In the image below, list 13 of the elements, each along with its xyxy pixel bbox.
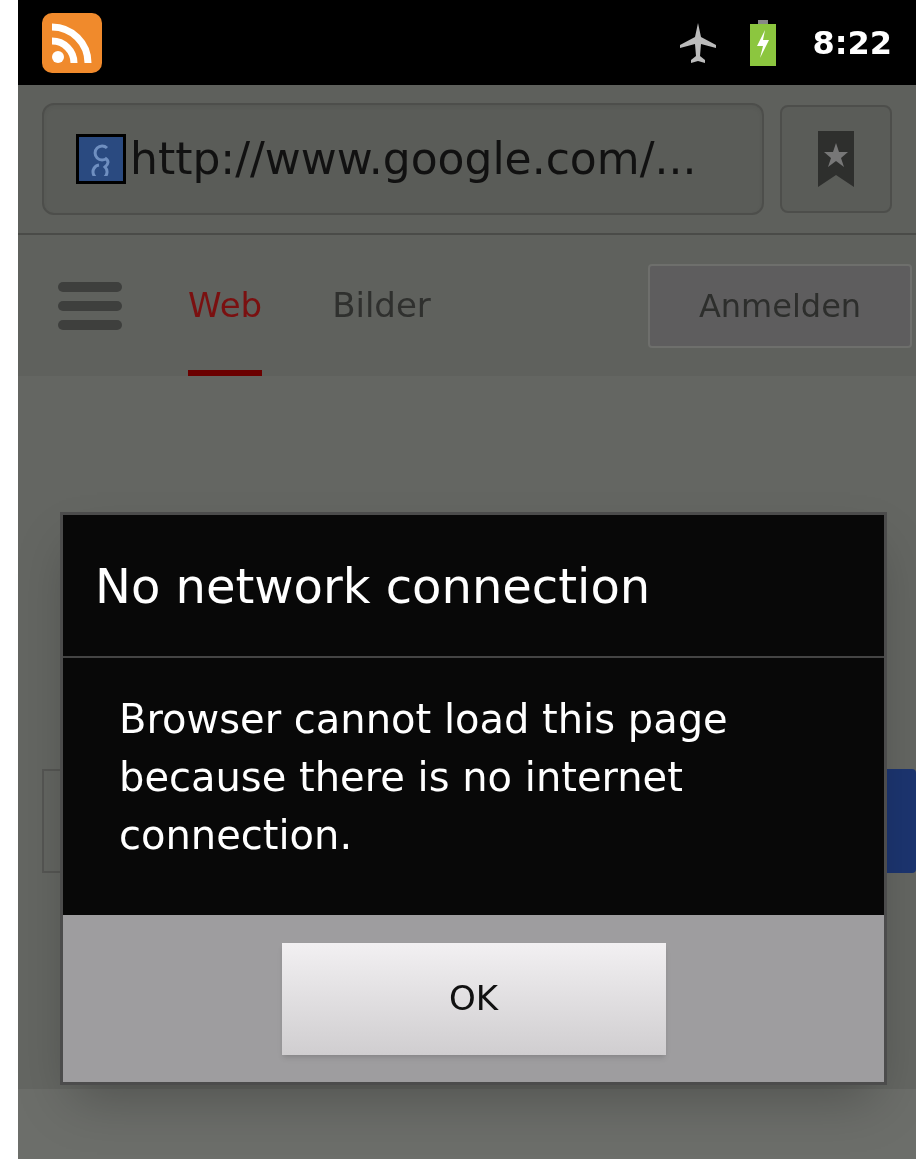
menu-icon[interactable] — [58, 281, 122, 330]
url-text: http://www.google.com/... — [130, 132, 697, 186]
nav-tab[interactable]: Web — [188, 235, 263, 376]
ok-button[interactable]: OK — [281, 942, 666, 1055]
bookmark-star-icon — [818, 131, 854, 187]
address-bar[interactable]: http://www.google.com/... — [42, 103, 764, 215]
dialog-message: Browser cannot load this page because there is no internet connection. — [119, 695, 729, 860]
site-favicon-icon — [76, 134, 126, 184]
bookmark-button[interactable] — [780, 105, 892, 213]
battery-charging-icon — [750, 19, 777, 66]
clock-time: 8:22 — [812, 22, 892, 64]
rss-feed-icon — [42, 12, 102, 73]
dialog-title: No network connection — [95, 556, 651, 616]
